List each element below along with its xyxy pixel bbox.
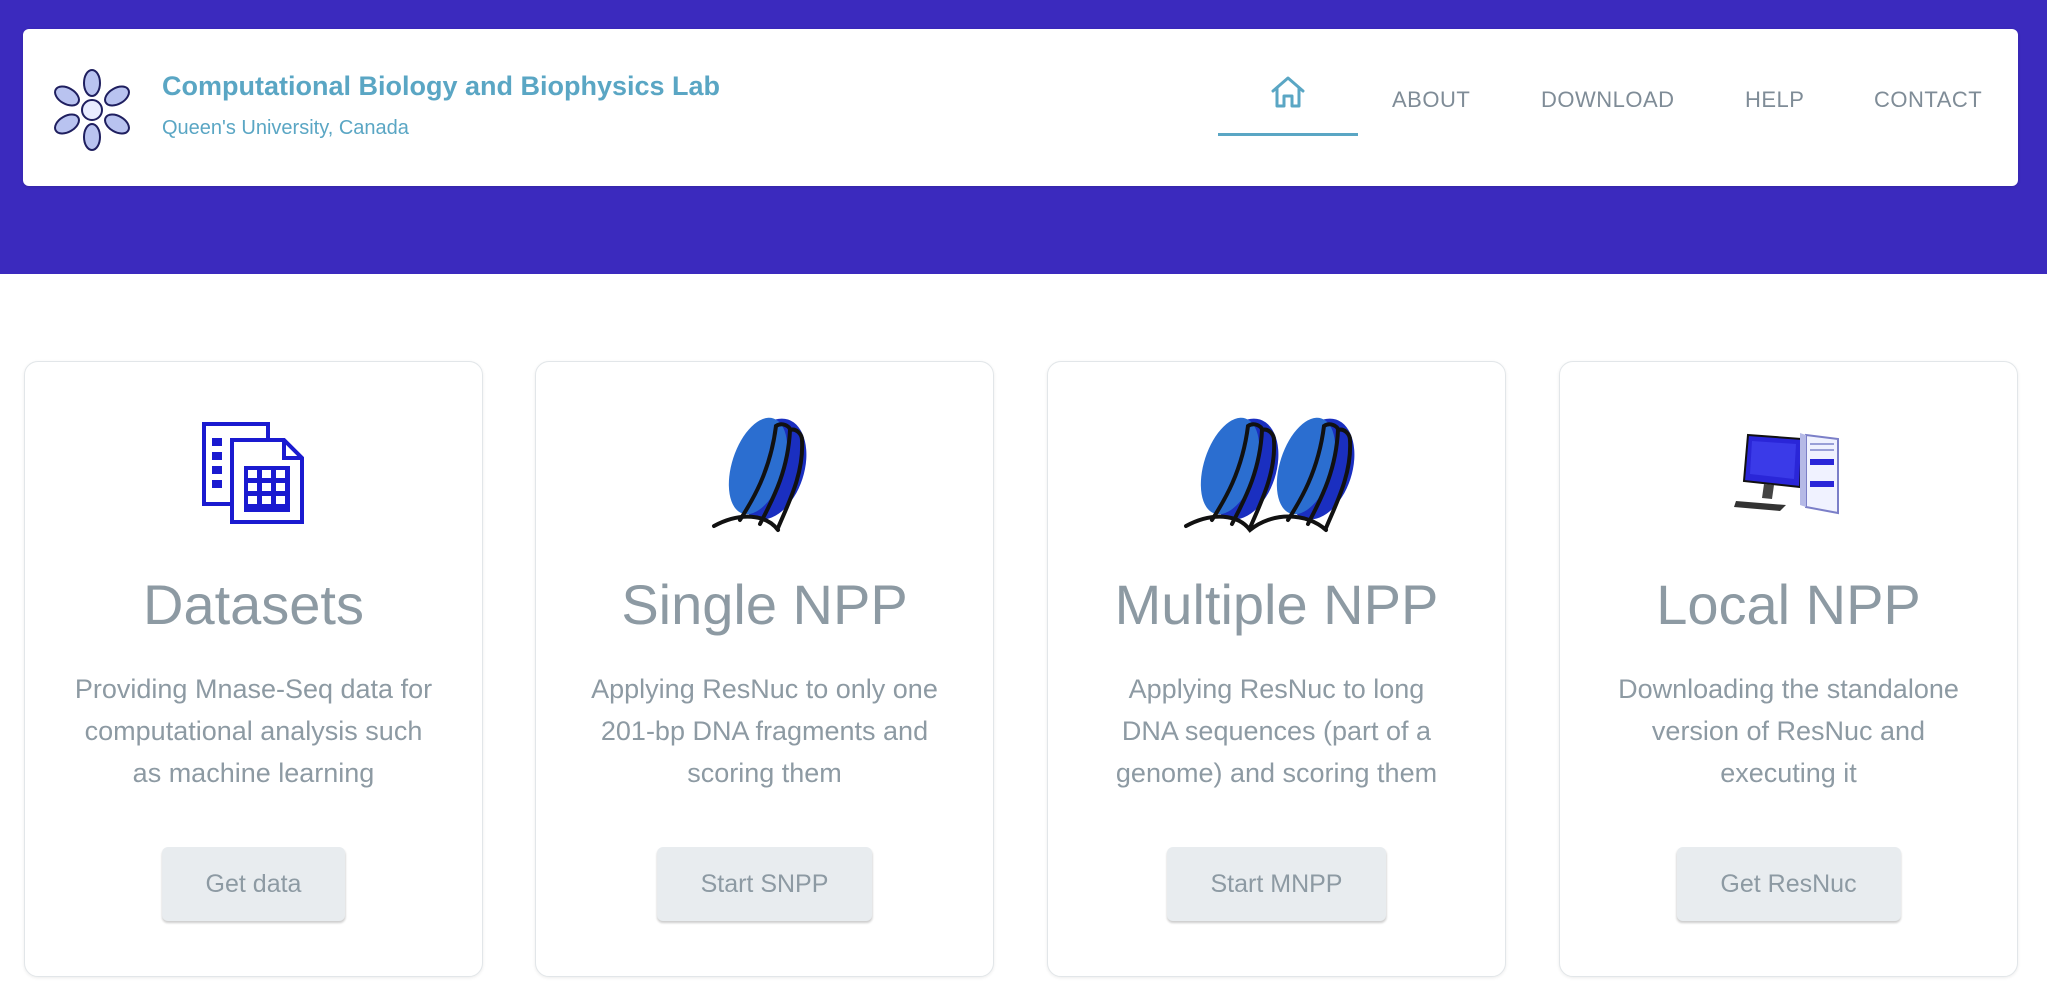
brand-subtitle: Queen's University, Canada xyxy=(162,117,409,139)
nav-contact[interactable]: CONTACT xyxy=(1874,87,1982,113)
nav-about[interactable]: ABOUT xyxy=(1392,87,1470,113)
computer-icon xyxy=(1560,414,2017,534)
card-local-npp: Local NPP Downloading the standalone ver… xyxy=(1559,361,2018,977)
start-mnpp-button[interactable]: Start MNPP xyxy=(1166,847,1387,921)
double-nucleosome-icon xyxy=(1048,414,1505,534)
nucleosome-icon xyxy=(536,414,993,534)
card-title: Multiple NPP xyxy=(1114,573,1439,636)
card-multiple-npp: Multiple NPP Applying ResNuc to long DNA… xyxy=(1047,361,1506,977)
card-title: Single NPP xyxy=(621,573,908,636)
card-title: Datasets xyxy=(143,573,364,636)
card-single-npp: Single NPP Applying ResNuc to only one 2… xyxy=(535,361,994,977)
card-description: Applying ResNuc to only one 201-bp DNA f… xyxy=(591,674,938,788)
card-description: Providing Mnase-Seq data for computation… xyxy=(74,674,433,788)
card-datasets: Datasets Providing Mnase-Seq data for co… xyxy=(24,361,483,977)
card-title: Local NPP xyxy=(1656,573,1921,636)
nav-home[interactable] xyxy=(1218,69,1358,139)
active-nav-indicator xyxy=(1218,133,1358,136)
navbar: Computational Biology and Biophysics Lab… xyxy=(23,29,2018,186)
brand-title[interactable]: Computational Biology and Biophysics Lab xyxy=(162,71,720,102)
nav-help[interactable]: HELP xyxy=(1745,87,1804,113)
card-description: Applying ResNuc to long DNA sequences (p… xyxy=(1115,674,1438,788)
start-snpp-button[interactable]: Start SNPP xyxy=(656,847,873,921)
get-data-button[interactable]: Get data xyxy=(161,847,346,921)
card-description: Downloading the standalone version of Re… xyxy=(1618,674,1959,788)
lab-logo[interactable] xyxy=(47,69,137,151)
home-icon xyxy=(1271,76,1305,108)
datasets-icon xyxy=(25,414,482,534)
nav-download[interactable]: DOWNLOAD xyxy=(1541,87,1675,113)
get-resnuc-button[interactable]: Get ResNuc xyxy=(1676,847,1901,921)
